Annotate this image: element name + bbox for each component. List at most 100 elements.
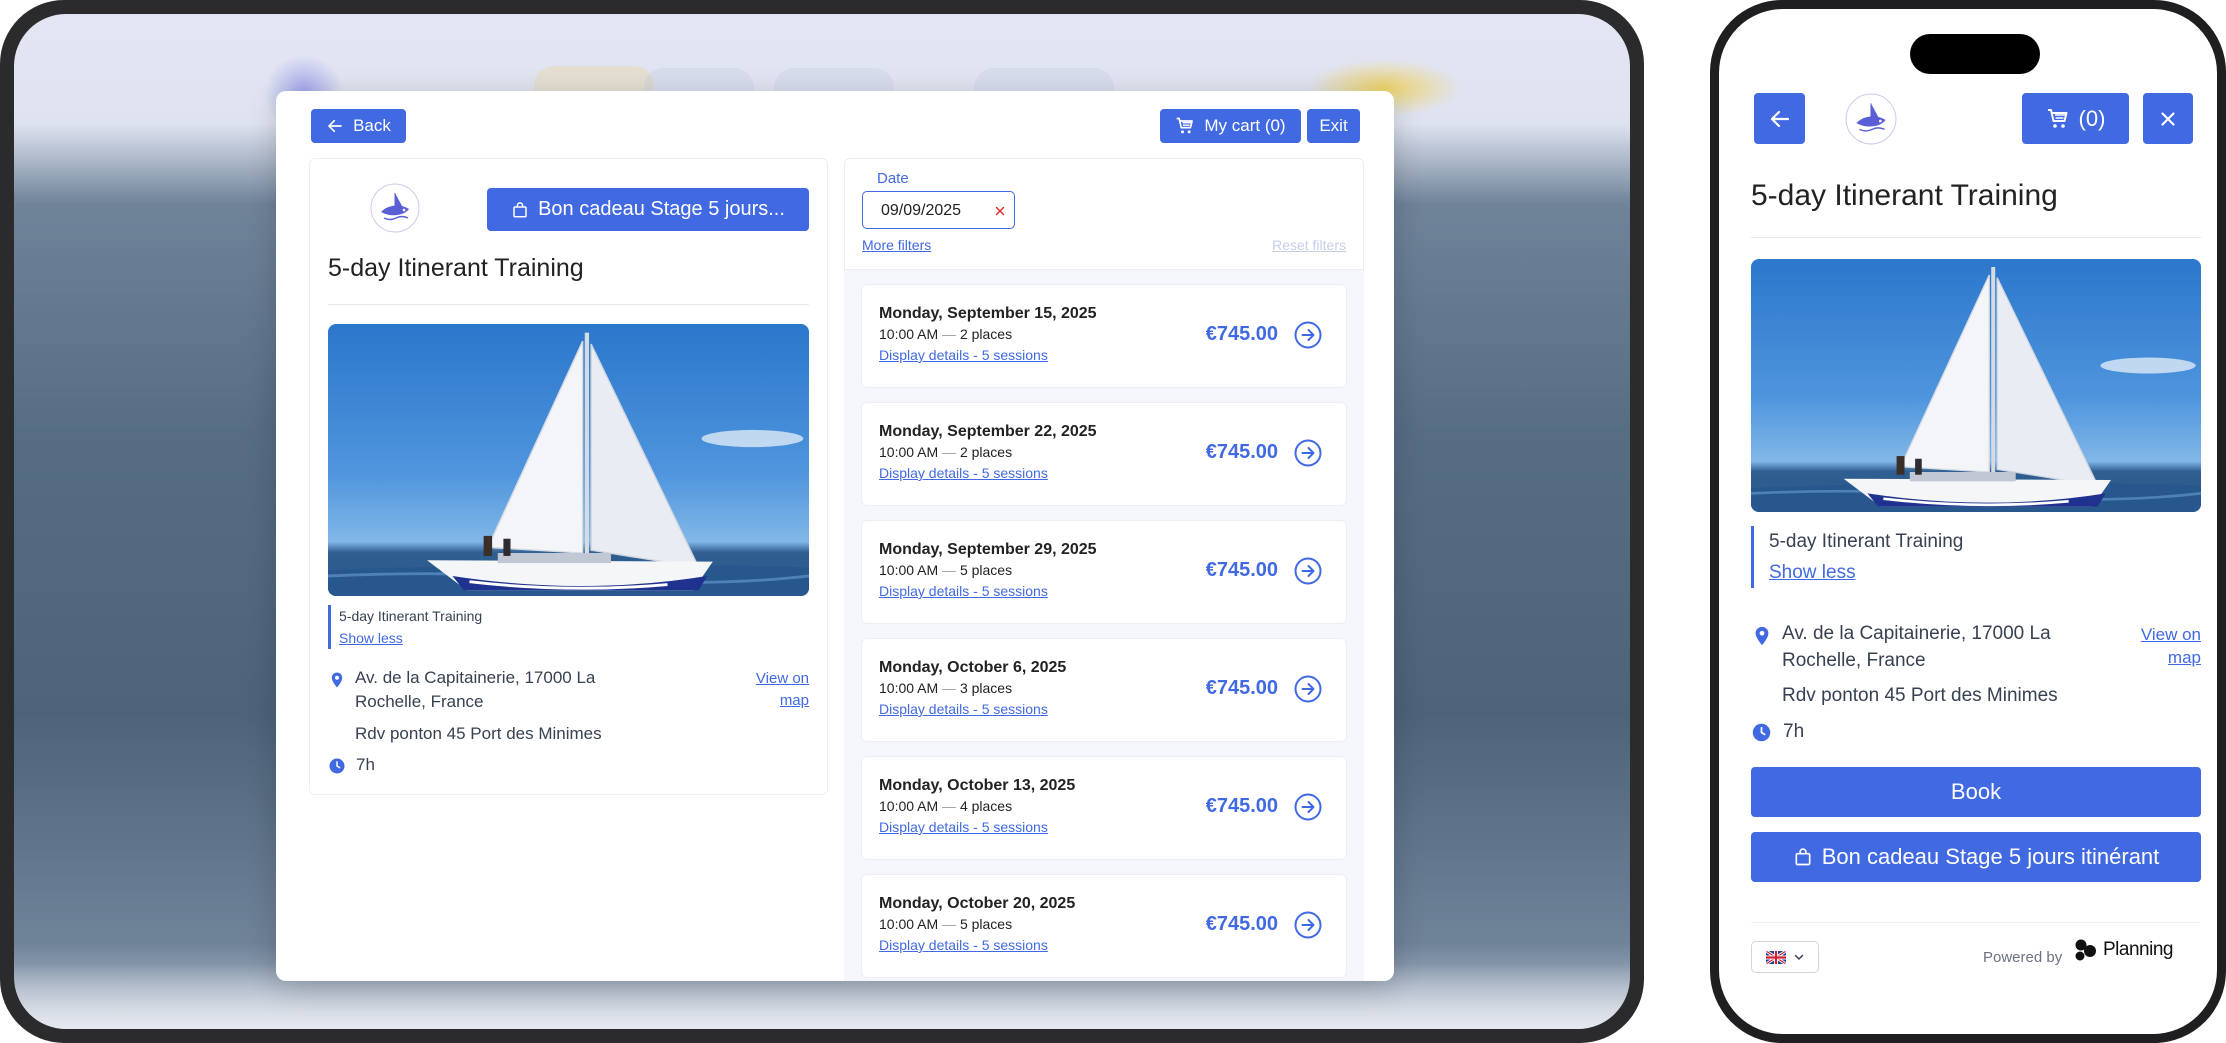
arrow-left-icon [1768, 107, 1792, 131]
sailboat-image [1751, 259, 2201, 512]
mobile-gift-voucher-button[interactable]: Bon cadeau Stage 5 jours itinérant [1751, 832, 2201, 882]
image-caption-block: 5-day Itinerant Training Show less [328, 605, 482, 649]
powered-by-text: Powered by [1983, 949, 2063, 966]
filters-bar: Date 09/09/2025 More filters Reset filte… [844, 158, 1364, 270]
back-button-label: Back [353, 116, 391, 135]
gift-bag-icon [511, 201, 529, 219]
session-price: €745.00 [1205, 323, 1278, 345]
session-details-link[interactable]: Display details - 5 sessions [879, 937, 1048, 953]
session-places: 5 places [959, 916, 1013, 932]
language-selector[interactable] [1751, 941, 1819, 973]
arrow-circle-right-icon[interactable] [1294, 675, 1322, 703]
arrow-circle-right-icon[interactable] [1294, 439, 1322, 467]
duration-row: 7h [328, 755, 375, 775]
more-filters-link[interactable]: More filters [862, 237, 931, 253]
footer-divider [1751, 922, 2201, 923]
book-button-label: Book [1950, 779, 2002, 804]
exit-button-label: Exit [1319, 116, 1348, 135]
cart-icon [2046, 107, 2070, 131]
mobile-view-on-map-link[interactable]: View on map [2117, 623, 2201, 669]
arrow-circle-right-icon[interactable] [1294, 321, 1322, 349]
mobile-close-button[interactable] [2143, 93, 2193, 144]
image-caption: 5-day Itinerant Training [339, 608, 483, 624]
dynamic-island [1910, 34, 2040, 74]
gift-voucher-button[interactable]: Bon cadeau Stage 5 jours... [487, 188, 809, 231]
cart-icon [1175, 116, 1195, 136]
session-details-link[interactable]: Display details - 5 sessions [879, 347, 1048, 363]
session-card[interactable]: Monday, September 22, 2025 10:00 AM — 2 … [861, 402, 1347, 506]
activity-photo [328, 324, 809, 596]
session-places: 2 places [959, 326, 1013, 342]
mobile-address-text: Av. de la Capitainerie, 17000 La Rochell… [1782, 623, 2051, 671]
session-time-places: 10:00 AM — 4 places [879, 798, 1013, 814]
show-less-link[interactable]: Show less [339, 627, 482, 649]
session-time-places: 10:00 AM — 2 places [879, 326, 1013, 342]
phone-frame: (0) 5-day Itinerant Training 5-day Itine… [1710, 0, 2226, 1043]
mobile-show-less-link[interactable]: Show less [1769, 557, 1963, 588]
arrow-circle-right-icon[interactable] [1294, 793, 1322, 821]
session-card[interactable]: Monday, October 20, 2025 10:00 AM — 5 pl… [861, 874, 1347, 978]
uk-flag-icon [1765, 950, 1786, 964]
booking-modal: Back My cart (0) Exit Bon cadeau Stage 5… [276, 91, 1394, 981]
arrow-circle-right-icon[interactable] [1294, 557, 1322, 585]
planning-logo-icon [2075, 939, 2096, 961]
planning-brand[interactable]: Planning [2073, 937, 2173, 963]
mobile-image-caption-block: 5-day Itinerant Training Show less [1751, 526, 1963, 588]
mobile-cart-button[interactable]: (0) [2022, 93, 2129, 144]
session-date: Monday, September 15, 2025 [879, 305, 1097, 322]
club-logo [370, 183, 420, 233]
session-date: Monday, October 6, 2025 [879, 659, 1067, 676]
clock-icon [1751, 722, 1772, 743]
reset-filters-link[interactable]: Reset filters [1272, 237, 1346, 253]
book-button[interactable]: Book [1751, 767, 2201, 817]
back-button[interactable]: Back [311, 109, 406, 143]
session-card[interactable]: Monday, October 13, 2025 10:00 AM — 4 pl… [861, 756, 1347, 860]
map-pin-icon [328, 669, 346, 691]
view-on-map-link[interactable]: View on map [733, 668, 809, 712]
mobile-cart-label: (0) [2078, 105, 2106, 131]
session-time-places: 10:00 AM — 5 places [879, 562, 1013, 578]
session-details-link[interactable]: Display details - 5 sessions [879, 819, 1048, 835]
session-time: 10:00 AM [879, 680, 939, 696]
divider [1751, 237, 2201, 238]
session-details-link[interactable]: Display details - 5 sessions [879, 701, 1048, 717]
session-time: 10:00 AM [879, 562, 939, 578]
sailboat-image [328, 324, 809, 596]
tablet-frame: Back My cart (0) Exit Bon cadeau Stage 5… [0, 0, 1644, 1043]
session-card[interactable]: Monday, October 6, 2025 10:00 AM — 3 pla… [861, 638, 1347, 742]
mobile-duration-row: 7h [1751, 721, 1804, 743]
mobile-activity-title: 5-day Itinerant Training [1751, 179, 2058, 212]
arrow-left-icon [326, 117, 344, 135]
session-date: Monday, October 13, 2025 [879, 777, 1076, 794]
mobile-address-row: Av. de la Capitainerie, 17000 La Rochell… [1751, 620, 2051, 674]
clear-date-icon[interactable] [993, 204, 1007, 218]
cart-button[interactable]: My cart (0) [1160, 109, 1301, 143]
mobile-duration-text: 7h [1783, 721, 1805, 742]
session-card[interactable]: Monday, September 15, 2025 10:00 AM — 2 … [861, 284, 1347, 388]
exit-button[interactable]: Exit [1307, 109, 1360, 143]
date-filter-input[interactable]: 09/09/2025 [862, 191, 1015, 229]
address-text: Av. de la Capitainerie, 17000 La Rochell… [355, 668, 596, 711]
session-time-places: 10:00 AM — 2 places [879, 444, 1013, 460]
arrow-circle-right-icon[interactable] [1294, 911, 1322, 939]
date-filter-label: Date [877, 170, 909, 187]
session-price: €745.00 [1205, 913, 1278, 935]
session-details-link[interactable]: Display details - 5 sessions [879, 465, 1048, 481]
session-details-link[interactable]: Display details - 5 sessions [879, 583, 1048, 599]
mobile-gift-voucher-label: Bon cadeau Stage 5 jours itinérant [1821, 844, 2160, 869]
mobile-image-caption: 5-day Itinerant Training [1769, 531, 1964, 552]
session-card[interactable]: Monday, September 29, 2025 10:00 AM — 5 … [861, 520, 1347, 624]
map-pin-icon [1751, 623, 1773, 649]
session-time-places: 10:00 AM — 5 places [879, 916, 1013, 932]
activity-card: Bon cadeau Stage 5 jours... 5-day Itiner… [309, 158, 828, 795]
mobile-meeting-point: Rdv ponton 45 Port des Minimes [1782, 685, 2058, 706]
session-time: 10:00 AM [879, 798, 939, 814]
chevron-down-icon [1794, 954, 1803, 961]
mobile-back-button[interactable] [1754, 93, 1805, 144]
session-places: 4 places [959, 798, 1013, 814]
session-price: €745.00 [1205, 441, 1278, 463]
club-logo [1845, 93, 1897, 145]
session-time-places: 10:00 AM — 3 places [879, 680, 1013, 696]
phone-screen: (0) 5-day Itinerant Training 5-day Itine… [1719, 9, 2217, 1034]
session-places: 3 places [959, 680, 1013, 696]
